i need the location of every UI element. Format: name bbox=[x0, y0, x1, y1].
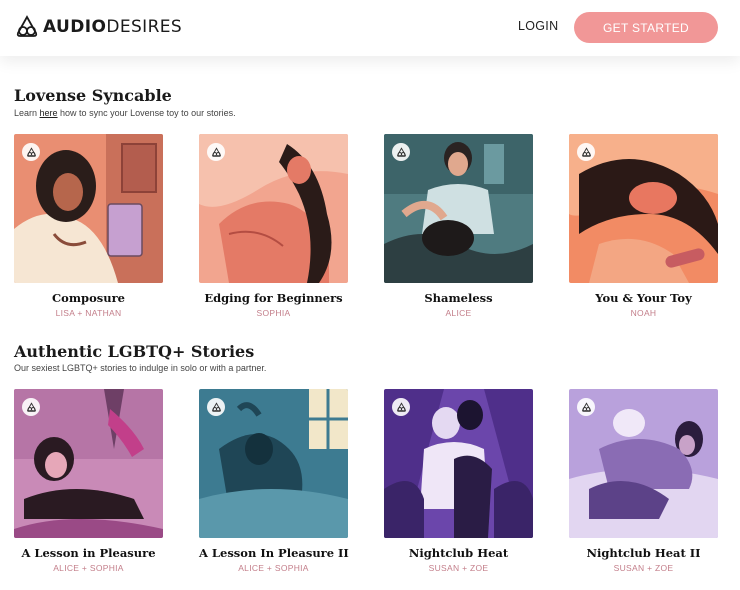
lovense-badge-icon bbox=[392, 398, 410, 416]
story-card[interactable]: Composure LISA + NATHAN bbox=[14, 134, 163, 318]
logo-wordmark: AUDIODESIRES bbox=[43, 17, 183, 37]
story-authors: NOAH bbox=[630, 308, 657, 318]
story-authors: LISA + NATHAN bbox=[55, 308, 122, 318]
lovense-badge-icon bbox=[22, 143, 40, 161]
story-title[interactable]: Composure bbox=[14, 291, 163, 305]
story-card[interactable]: Nightclub Heat II SUSAN + ZOE bbox=[569, 389, 718, 573]
story-artwork[interactable] bbox=[569, 134, 718, 283]
story-title[interactable]: A Lesson in Pleasure bbox=[14, 546, 163, 560]
learn-here-link[interactable]: here bbox=[40, 108, 58, 118]
section-subtitle-lgbtq: Our sexiest LGBTQ+ stories to indulge in… bbox=[14, 363, 267, 373]
story-artwork[interactable] bbox=[14, 389, 163, 538]
brand-logo[interactable]: AUDIODESIRES bbox=[14, 14, 182, 40]
section-title-lgbtq: Authentic LGBTQ+ Stories bbox=[14, 342, 255, 361]
story-card[interactable]: Shameless ALICE bbox=[384, 134, 533, 318]
lovense-badge-icon bbox=[207, 143, 225, 161]
lovense-badge-icon bbox=[207, 398, 225, 416]
story-artwork[interactable] bbox=[199, 389, 348, 538]
lovense-badge-icon bbox=[392, 143, 410, 161]
section-subtitle-lovense: Learn here how to sync your Lovense toy … bbox=[14, 108, 236, 118]
story-artwork[interactable] bbox=[384, 389, 533, 538]
story-authors: ALICE bbox=[445, 308, 472, 318]
story-title[interactable]: Nightclub Heat II bbox=[569, 546, 718, 560]
site-header: AUDIODESIRES LOGIN GET STARTED bbox=[0, 0, 740, 56]
section-title-lovense: Lovense Syncable bbox=[14, 86, 172, 105]
story-authors: SUSAN + ZOE bbox=[428, 563, 489, 573]
story-card[interactable]: Edging for Beginners SOPHIA bbox=[199, 134, 348, 318]
story-title[interactable]: Shameless bbox=[384, 291, 533, 305]
story-card[interactable]: A Lesson in Pleasure ALICE + SOPHIA bbox=[14, 389, 163, 573]
story-card[interactable]: Nightclub Heat SUSAN + ZOE bbox=[384, 389, 533, 573]
story-authors: ALICE + SOPHIA bbox=[238, 563, 309, 573]
story-artwork[interactable] bbox=[199, 134, 348, 283]
story-authors: ALICE + SOPHIA bbox=[53, 563, 124, 573]
get-started-button[interactable]: GET STARTED bbox=[574, 12, 718, 43]
story-authors: SOPHIA bbox=[256, 308, 291, 318]
story-card[interactable]: You & Your Toy NOAH bbox=[569, 134, 718, 318]
lovense-badge-icon bbox=[577, 143, 595, 161]
story-artwork[interactable] bbox=[14, 134, 163, 283]
story-artwork[interactable] bbox=[384, 134, 533, 283]
story-card[interactable]: A Lesson In Pleasure II ALICE + SOPHIA bbox=[199, 389, 349, 573]
story-title[interactable]: Edging for Beginners bbox=[199, 291, 348, 305]
lovense-badge-icon bbox=[22, 398, 40, 416]
story-artwork[interactable] bbox=[569, 389, 718, 538]
story-title[interactable]: A Lesson In Pleasure II bbox=[199, 546, 349, 560]
story-authors: SUSAN + ZOE bbox=[613, 563, 674, 573]
logo-icon bbox=[16, 15, 38, 37]
lovense-badge-icon bbox=[577, 398, 595, 416]
story-title[interactable]: Nightclub Heat bbox=[384, 546, 533, 560]
login-link[interactable]: LOGIN bbox=[518, 19, 558, 33]
story-title[interactable]: You & Your Toy bbox=[569, 291, 718, 305]
